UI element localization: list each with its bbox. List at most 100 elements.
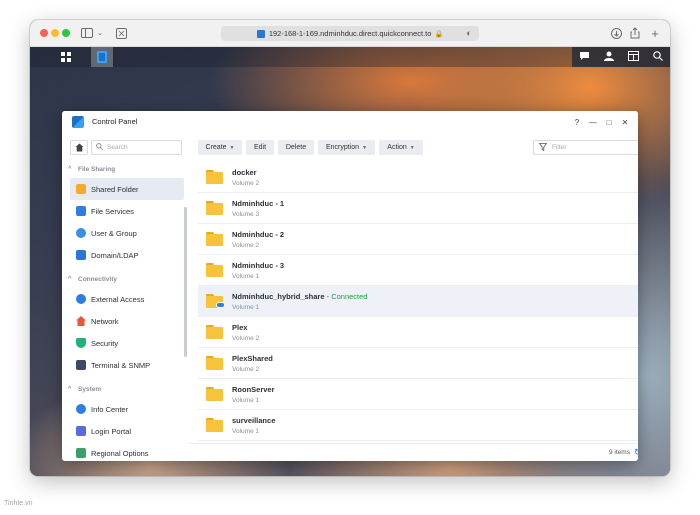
dsm-desktop: Control Panel ? — □ ✕ Search ^ File Shar…	[30, 47, 670, 476]
private-tab-icon[interactable]	[114, 25, 128, 41]
user-icon[interactable]	[604, 51, 614, 64]
chevron-down-icon[interactable]: ⌄	[96, 25, 104, 41]
folder-volume: Volume 2	[232, 366, 260, 373]
folder-row[interactable]: Ndminhduc - 3 Volume 1 ⌄	[198, 255, 638, 286]
network-icon	[76, 316, 86, 326]
search-icon	[96, 143, 103, 152]
share-icon[interactable]	[628, 25, 642, 41]
shared-folder-panel: Create ▼ Edit Delete Encryption ▼ Action ▼	[188, 135, 638, 461]
info-center-icon	[76, 404, 86, 414]
folder-row[interactable]: RoonServer Volume 1 ⌄	[198, 379, 638, 410]
delete-button[interactable]: Delete	[278, 140, 314, 155]
folder-row[interactable]: docker Volume 2 ⌄	[198, 162, 638, 193]
user-group-icon	[76, 228, 86, 238]
folder-row[interactable]: PlexShared Volume 2 ⌄	[198, 348, 638, 379]
create-button[interactable]: Create ▼	[198, 140, 242, 155]
dsm-taskbar	[30, 47, 670, 67]
caret-down-icon: ▼	[362, 144, 368, 151]
edit-button[interactable]: Edit	[246, 140, 274, 155]
shield-icon	[76, 338, 86, 348]
browser-toolbar: ⌄ 192-168-1-169.ndminhduc.direct.quickco…	[30, 20, 670, 47]
minimize-window-button[interactable]	[51, 29, 59, 37]
sidebar: Search ^ File Sharing Shared Folder File…	[62, 135, 188, 461]
sidebar-item-login-portal[interactable]: Login Portal	[62, 420, 188, 442]
sidebar-group-file-sharing[interactable]: ^ File Sharing	[62, 160, 188, 178]
maximize-button[interactable]: □	[602, 115, 616, 129]
caret-down-icon: ▼	[409, 144, 415, 151]
item-count: 9 items	[609, 449, 630, 456]
sidebar-item-label: Regional Options	[91, 448, 149, 458]
extension-icon[interactable]: ◐	[463, 25, 475, 41]
control-panel-taskbar-icon[interactable]	[91, 47, 113, 67]
site-favicon-icon	[256, 29, 265, 38]
sidebar-item-shared-folder[interactable]: Shared Folder	[70, 178, 184, 200]
widgets-icon[interactable]	[628, 50, 639, 64]
folder-row[interactable]: Plex Volume 2 ⌄	[198, 317, 638, 348]
sidebar-item-regional-options[interactable]: Regional Options	[62, 442, 188, 461]
folder-name: Plex	[232, 323, 248, 332]
folder-volume: Volume 2	[232, 335, 260, 342]
address-bar[interactable]: 192-168-1-169.ndminhduc.direct.quickconn…	[221, 26, 479, 41]
sidebar-item-label: Domain/LDAP	[91, 250, 139, 260]
folder-row-selected[interactable]: Ndminhduc_hybrid_share - Connected Volum…	[198, 286, 638, 317]
folder-name: PlexShared	[232, 354, 273, 363]
folder-row[interactable]: Ndminhduc - 2 Volume 2 ⌄	[198, 224, 638, 255]
zoom-window-button[interactable]	[62, 29, 70, 37]
connection-status: Connected	[331, 292, 368, 301]
folder-icon	[206, 201, 223, 215]
watermark-text: Tinhte.vn	[4, 500, 33, 507]
sidebar-item-user-group[interactable]: User & Group	[62, 222, 188, 244]
control-panel-titlebar[interactable]: Control Panel ? — □ ✕	[62, 111, 638, 135]
refresh-button-icon[interactable]: ↻	[634, 447, 638, 458]
sidebar-list: ^ File Sharing Shared Folder File Servic…	[62, 160, 188, 461]
control-panel-window: Control Panel ? — □ ✕ Search ^ File Shar…	[62, 111, 638, 461]
folder-row[interactable]: Ndminhduc - 1 Volume 3 ⌄	[198, 193, 638, 224]
help-button[interactable]: ?	[570, 115, 584, 129]
list-footer: 9 items ↻	[188, 443, 638, 461]
folder-volume: Volume 3	[232, 211, 260, 218]
new-tab-icon[interactable]: +	[648, 25, 662, 41]
sidebar-item-label: Network	[91, 316, 119, 326]
main-menu-icon[interactable]	[55, 47, 77, 67]
search-placeholder: Search	[107, 144, 128, 151]
folder-name: Ndminhduc - 3	[232, 261, 285, 270]
filter-input[interactable]: Filter	[533, 140, 638, 155]
chat-icon[interactable]	[579, 51, 590, 64]
download-icon[interactable]	[609, 25, 623, 41]
sidebar-item-label: Info Center	[91, 404, 129, 414]
sidebar-scrollbar[interactable]	[184, 207, 187, 357]
folder-volume: Volume 1	[232, 273, 260, 280]
minimize-button[interactable]: —	[586, 115, 600, 129]
sidebar-item-label: User & Group	[91, 228, 137, 238]
edit-button-label: Edit	[253, 144, 267, 151]
sidebar-item-network[interactable]: Network	[62, 310, 188, 332]
folder-name: docker	[232, 168, 257, 177]
folder-name: Ndminhduc - 1	[232, 199, 285, 208]
sidebar-search-input[interactable]: Search	[91, 140, 182, 155]
sidebar-group-connectivity[interactable]: ^ Connectivity	[62, 270, 188, 288]
login-portal-icon	[76, 426, 86, 436]
control-panel-icon	[72, 116, 84, 128]
folder-icon	[206, 418, 223, 432]
filter-icon	[538, 142, 548, 153]
sidebar-item-file-services[interactable]: File Services	[62, 200, 188, 222]
caret-down-icon: ▼	[229, 144, 235, 151]
action-button[interactable]: Action ▼	[379, 140, 423, 155]
sidebar-toggle-icon[interactable]	[80, 25, 94, 41]
sidebar-item-domain-ldap[interactable]: Domain/LDAP	[62, 244, 188, 266]
sidebar-item-label: Security	[91, 338, 119, 348]
folder-volume: Volume 1	[232, 428, 260, 435]
sidebar-group-system[interactable]: ^ System	[62, 380, 188, 398]
close-button[interactable]: ✕	[618, 115, 632, 129]
sidebar-item-terminal-snmp[interactable]: Terminal & SNMP	[62, 354, 188, 376]
search-icon[interactable]	[653, 50, 663, 64]
sidebar-item-info-center[interactable]: Info Center	[62, 398, 188, 420]
folder-icon	[206, 232, 223, 246]
close-window-button[interactable]	[40, 29, 48, 37]
sidebar-item-external-access[interactable]: External Access	[62, 288, 188, 310]
encryption-button[interactable]: Encryption ▼	[318, 140, 375, 155]
folder-row[interactable]: surveillance Volume 1 ⌄	[198, 410, 638, 441]
home-button[interactable]	[70, 140, 88, 155]
sidebar-item-security[interactable]: Security	[62, 332, 188, 354]
shared-folder-list: docker Volume 2 ⌄ Ndminhduc - 1 Volume 3…	[198, 162, 638, 442]
